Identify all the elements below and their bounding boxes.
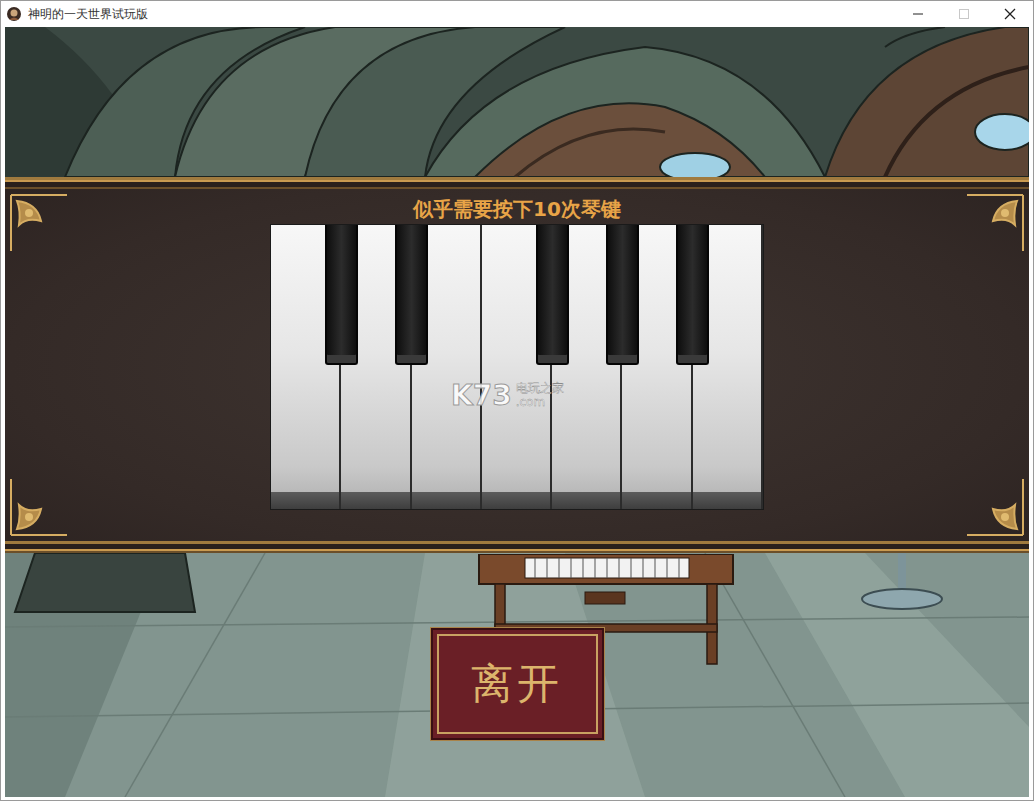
black-key[interactable] — [395, 225, 428, 365]
corner-ornament-icon — [963, 475, 1027, 539]
corner-ornament-icon — [7, 475, 71, 539]
corner-ornament-icon — [963, 191, 1027, 255]
black-key[interactable] — [606, 225, 639, 365]
piano-keyboard: K73 电玩之家 .com — [271, 225, 763, 509]
black-key[interactable] — [536, 225, 569, 365]
maximize-icon — [941, 1, 987, 27]
leave-button[interactable]: 离开 — [431, 628, 604, 740]
game-area: 似乎需要按下10次琴键 K73 电玩之家 .com 离开 — [5, 27, 1029, 797]
app-icon — [6, 6, 22, 22]
title-bar: 神明的一天世界试玩版 — [1, 1, 1033, 27]
minimize-icon[interactable] — [895, 1, 941, 27]
window-title: 神明的一天世界试玩版 — [28, 6, 148, 23]
game-window: 神明的一天世界试玩版 似乎需要按下10次琴键 K73 电玩之家 .com 离开 — [0, 0, 1034, 801]
close-icon[interactable] — [987, 1, 1033, 27]
watermark: K73 电玩之家 .com — [451, 379, 564, 412]
piano-dialog: 似乎需要按下10次琴键 K73 电玩之家 .com — [5, 177, 1029, 553]
black-key[interactable] — [676, 225, 709, 365]
corner-ornament-icon — [7, 191, 71, 255]
black-key[interactable] — [325, 225, 358, 365]
dialog-prompt: 似乎需要按下10次琴键 — [405, 193, 629, 225]
